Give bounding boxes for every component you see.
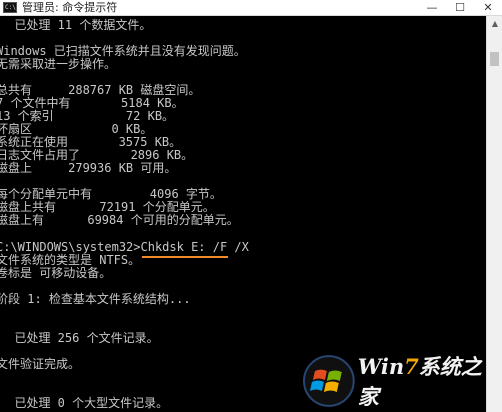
scrollbar-thumb[interactable]: [490, 52, 499, 66]
console-line: 阶段 1: 检查基本文件系统结构...: [0, 292, 191, 306]
console-line: 文件验证完成。: [0, 357, 81, 371]
title-bar: C:\ 管理员: 命令提示符 — ☐ ✕: [0, 0, 502, 16]
watermark-brand-text: Win7系统之家: [358, 351, 502, 411]
console-line: 磁盘上 279936 KB 可用。: [0, 161, 177, 175]
window-title: 管理员: 命令提示符: [22, 0, 118, 14]
command-highlight-underline: [142, 256, 228, 258]
scroll-up-arrow-icon[interactable]: ▲: [487, 16, 502, 30]
console-line: 无需采取进一步操作。: [0, 57, 117, 71]
brand-seven: 7: [404, 354, 419, 379]
cmd-icon-text: C:\: [5, 4, 16, 11]
console-line: 已处理 0 个大型文件记录。: [0, 396, 169, 410]
windows-logo-icon: [302, 355, 355, 407]
console-line: 磁盘上有 69984 个可用的分配单元。: [0, 213, 239, 227]
close-button[interactable]: ✕: [474, 0, 502, 16]
window-controls: — ☐ ✕: [418, 0, 502, 16]
console-line: 已处理 11 个数据文件。: [0, 18, 152, 32]
maximize-button[interactable]: ☐: [446, 0, 474, 16]
cmd-app-icon: C:\: [3, 2, 17, 13]
win7-watermark: Win7系统之家: [302, 350, 502, 412]
minimize-button[interactable]: —: [418, 0, 446, 16]
brand-prefix: Win: [357, 354, 405, 379]
console-line: 已处理 256 个文件记录。: [0, 331, 159, 345]
console-line: 卷标是 可移动设备。: [0, 266, 112, 280]
